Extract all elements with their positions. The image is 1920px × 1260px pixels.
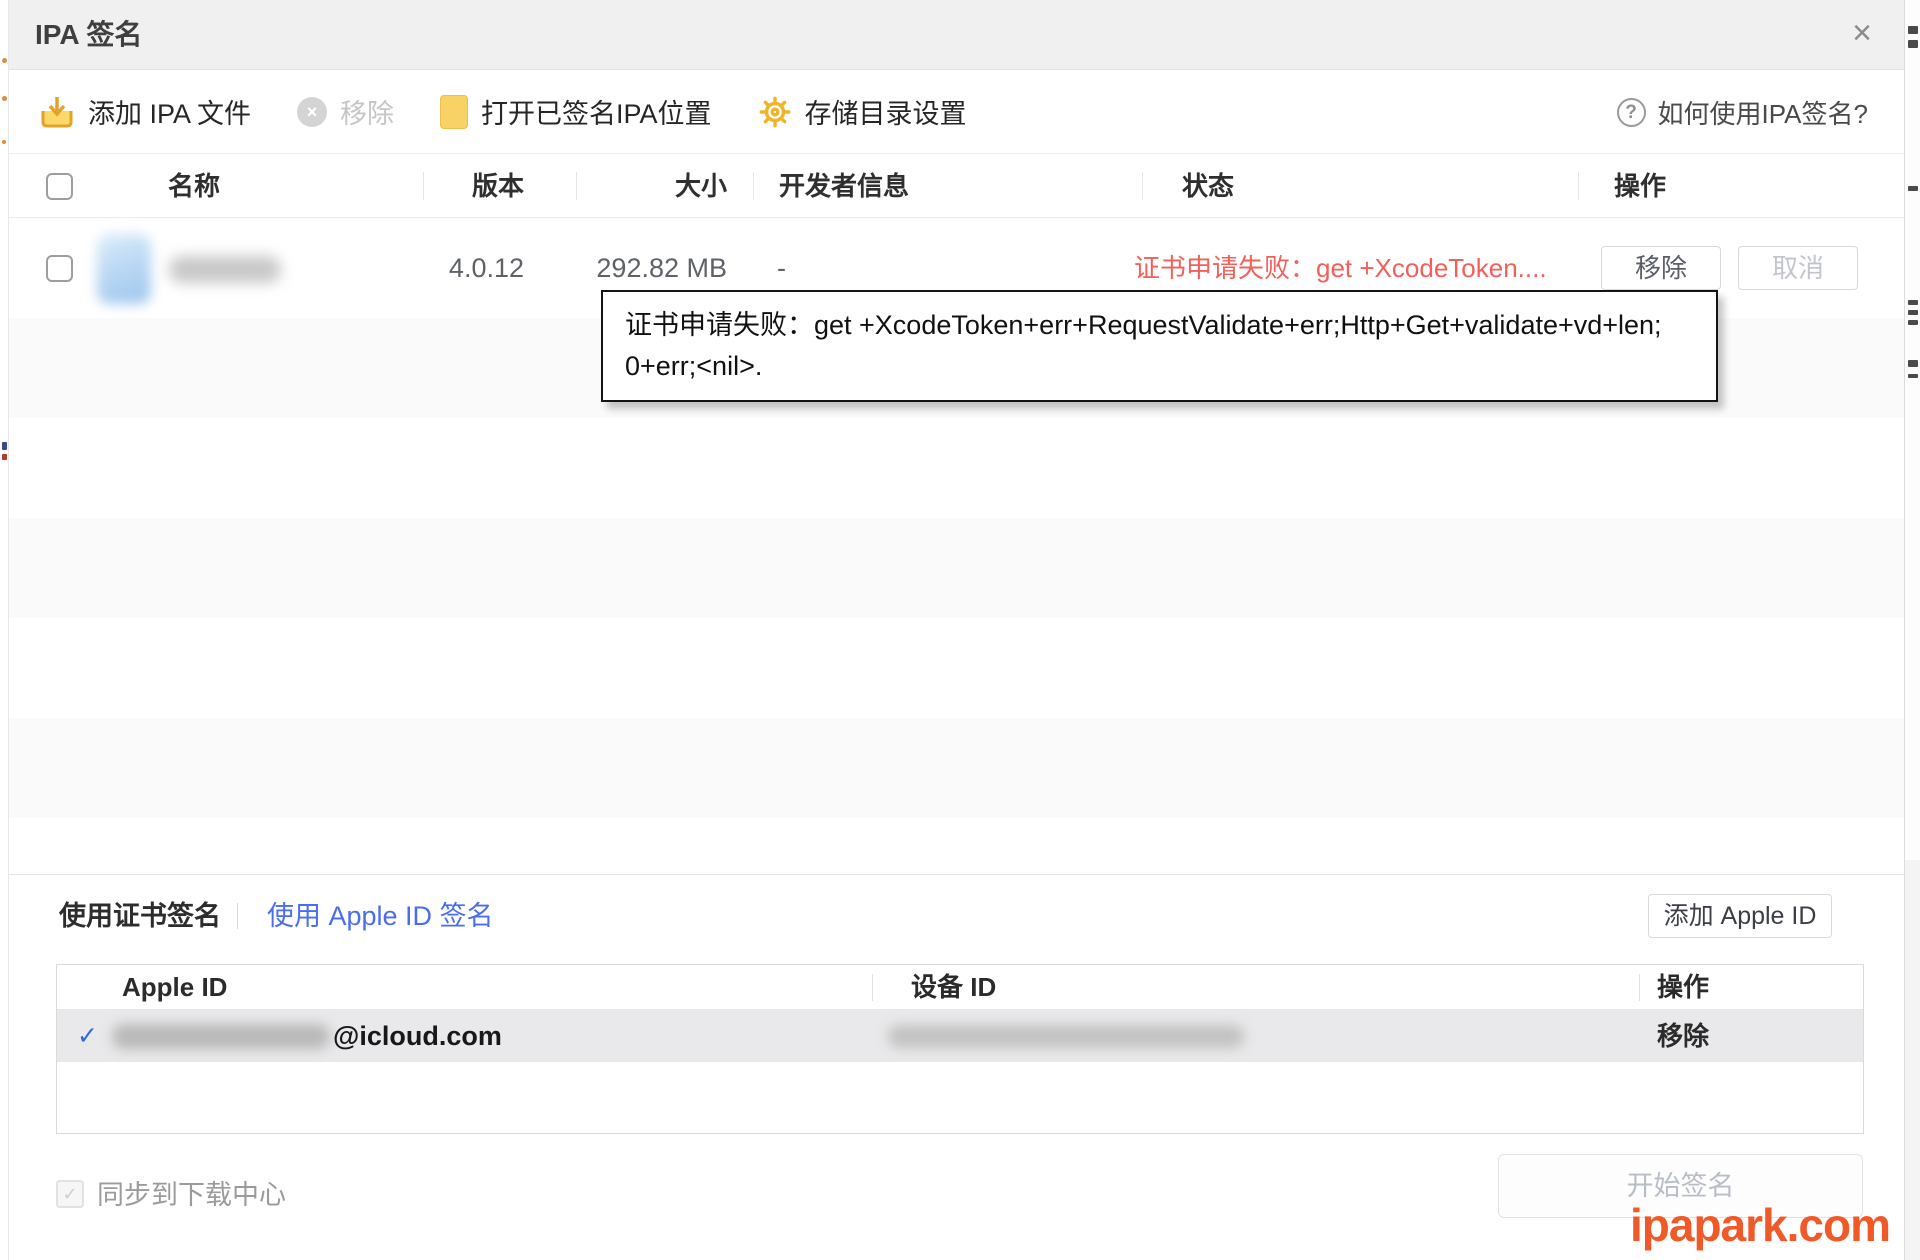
check-icon: ✓ [77, 1010, 98, 1062]
background-fragment [1908, 26, 1918, 34]
open-location-label: 打开已签名IPA位置 [481, 92, 712, 131]
background-right-sliver [1905, 0, 1920, 1260]
tooltip-line2: 0+err;<nil>. [625, 346, 1694, 387]
apple-id-table-header: Apple ID 设备 ID 操作 [57, 965, 1863, 1010]
remove-button[interactable]: × 移除 [297, 92, 394, 131]
background-fragment [1908, 186, 1918, 191]
folder-icon [440, 95, 468, 129]
column-size: 大小 [576, 154, 727, 218]
dialog-title: IPA 签名 [35, 0, 142, 70]
tab-certificate-sign[interactable]: 使用证书签名 [59, 893, 221, 939]
background-dot [2, 96, 7, 101]
add-ipa-label: 添加 IPA 文件 [88, 92, 251, 131]
sync-download-label: 同步到下载中心 [97, 1182, 286, 1209]
background-fragment [1908, 300, 1918, 305]
remove-label: 移除 [340, 92, 394, 131]
empty-row-stripe [9, 518, 1904, 618]
app-name-blurred [169, 256, 281, 283]
column-separator [1639, 974, 1640, 1001]
apple-id-email-suffix: @icloud.com [333, 1010, 502, 1062]
file-table-header: 名称 版本 大小 开发者信息 状态 操作 [9, 154, 1904, 218]
open-signed-location-button[interactable]: 打开已签名IPA位置 [440, 92, 712, 131]
column-version: 版本 [413, 154, 524, 218]
column-separator [872, 974, 873, 1001]
question-circle-icon: ? [1617, 98, 1646, 127]
help-label: 如何使用IPA签名? [1658, 94, 1868, 131]
close-icon[interactable]: × [1840, 0, 1884, 70]
apple-id-remove-link[interactable]: 移除 [1657, 1010, 1709, 1062]
column-action: 操作 [1657, 965, 1709, 1010]
select-all-checkbox[interactable] [46, 173, 73, 200]
apple-id-email-blurred [112, 1024, 330, 1049]
row-checkbox[interactable] [46, 255, 73, 282]
column-device-id: 设备 ID [911, 965, 996, 1010]
row-cancel-button[interactable]: 取消 [1738, 246, 1858, 290]
app-icon-blurred [97, 234, 151, 304]
column-action: 操作 [1614, 154, 1666, 218]
gear-icon [758, 95, 792, 129]
background-fragment [2, 442, 7, 450]
storage-settings-label: 存储目录设置 [805, 92, 967, 131]
error-tooltip: 证书申请失败：get +XcodeToken+err+RequestValida… [601, 290, 1718, 402]
download-tray-icon [39, 94, 75, 130]
column-separator [1142, 172, 1143, 200]
column-separator [753, 172, 754, 200]
row-remove-button[interactable]: 移除 [1601, 246, 1721, 290]
empty-row-stripe [9, 718, 1904, 818]
column-developer: 开发者信息 [779, 154, 909, 218]
column-apple-id: Apple ID [122, 965, 227, 1010]
row-version: 4.0.12 [413, 218, 524, 318]
panel-divider [9, 874, 1904, 875]
dialog-titlebar: IPA 签名 × [9, 0, 1904, 70]
remove-circle-icon: × [297, 97, 327, 127]
background-dot [2, 140, 6, 144]
ipa-sign-dialog: IPA 签名 × 添加 IPA 文件 × 移除 打开已签名IPA位置 [8, 0, 1905, 1260]
background-dot [2, 58, 7, 63]
sync-download-checkbox[interactable]: ✓ [56, 1180, 84, 1208]
tab-apple-id-sign[interactable]: 使用 Apple ID 签名 [267, 893, 494, 939]
device-id-blurred [888, 1025, 1244, 1048]
background-fragment [1908, 320, 1918, 325]
background-fragment [1908, 374, 1918, 378]
background-fragment [1908, 40, 1918, 48]
add-ipa-button[interactable]: 添加 IPA 文件 [39, 92, 251, 131]
column-name: 名称 [168, 154, 220, 218]
background-fragment [1908, 310, 1918, 315]
add-apple-id-button[interactable]: 添加 Apple ID [1648, 894, 1832, 938]
apple-id-table: Apple ID 设备 ID 操作 ✓ @icloud.com 移除 [56, 964, 1864, 1134]
background-fragment [1908, 360, 1918, 367]
background-band [1905, 860, 1920, 1260]
column-separator [1578, 172, 1579, 200]
tab-divider [237, 903, 238, 929]
apple-id-row-selected[interactable]: ✓ @icloud.com 移除 [57, 1010, 1863, 1062]
tooltip-line1: 证书申请失败：get +XcodeToken+err+RequestValida… [625, 305, 1694, 346]
help-link[interactable]: ? 如何使用IPA签名? [1617, 70, 1868, 154]
background-fragment [2, 454, 7, 460]
background-left-sliver [0, 0, 8, 1260]
column-status: 状态 [1182, 154, 1234, 218]
watermark-text: ipapark.com [1630, 1198, 1890, 1252]
storage-settings-button[interactable]: 存储目录设置 [758, 92, 967, 131]
